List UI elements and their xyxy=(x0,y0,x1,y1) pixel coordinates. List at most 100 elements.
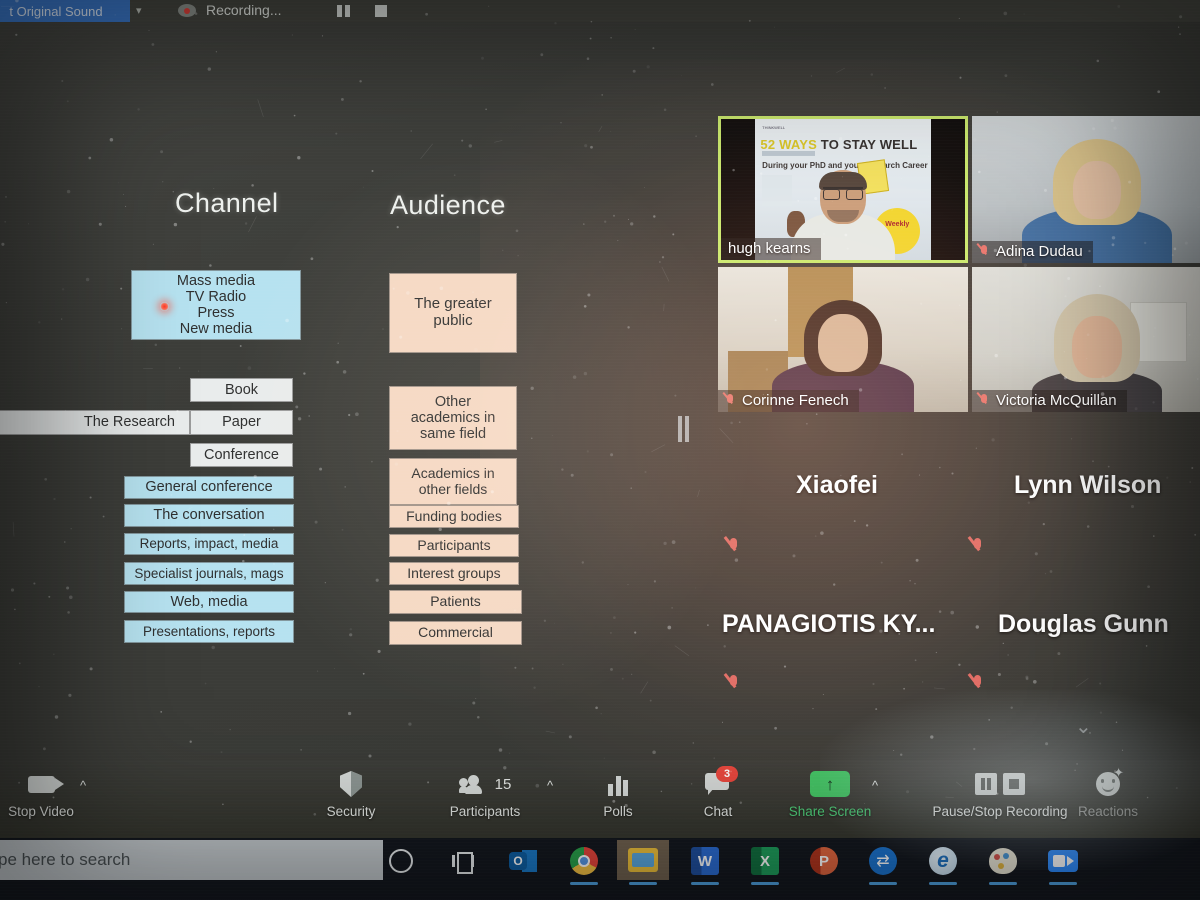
sync-glyph: ⇄ xyxy=(869,847,897,875)
stop-recording-icon[interactable] xyxy=(375,5,387,17)
name-tile-douglas-gunn[interactable]: Douglas Gunn xyxy=(972,562,1200,707)
security-button[interactable]: Security xyxy=(296,768,406,819)
slide-box-greater-public: The greater public xyxy=(389,273,517,353)
sync-icon[interactable]: ⇄ xyxy=(857,842,909,885)
participant-name: Victoria McQuillan xyxy=(996,392,1117,409)
participant-name: Xiaofei xyxy=(796,471,878,499)
participant-name: hugh kearns xyxy=(728,240,811,257)
screen-photo: Channel Audience Mass media TV Radio Pre… xyxy=(0,0,1200,900)
greater-public-line-1: The greater xyxy=(414,295,492,313)
greater-public-line-2: public xyxy=(433,312,473,329)
academics-other-line-1: Academics in xyxy=(411,464,495,481)
polls-label: Polls xyxy=(603,804,633,819)
original-sound-button[interactable]: t Original Sound xyxy=(0,0,130,22)
slide-box-other-academics-same-field: Other academics in same field xyxy=(389,386,517,450)
pause-recording-icon[interactable] xyxy=(337,5,350,17)
participants-label: Participants xyxy=(449,804,521,819)
shield-icon xyxy=(340,768,362,800)
mass-media-line-2: TV Radio xyxy=(185,288,247,305)
slide-box-commercial: Commercial xyxy=(389,621,522,645)
mass-media-line-1: Mass media xyxy=(176,272,256,289)
slide-box-academics-other-fields: Academics in other fields xyxy=(389,458,517,505)
excel-icon[interactable]: X xyxy=(739,842,791,885)
slide-box-funding-bodies: Funding bodies xyxy=(389,505,519,528)
reactions-button[interactable]: ✦ Reactions xyxy=(1053,766,1163,819)
windows-taskbar: pe here to search O W X P ⇄ e ^ xyxy=(0,838,1200,900)
video-tile-hugh-kearns[interactable]: THINKWELL 52 WAYS TO STAY WELL During yo… xyxy=(718,116,968,263)
backdrop-publisher: THINKWELL xyxy=(762,124,786,130)
audience-column-title: Audience xyxy=(390,190,506,220)
file-explorer-icon[interactable] xyxy=(617,840,669,885)
slide-box-the-research: The Research xyxy=(0,410,190,435)
name-tile-lynn-wilson[interactable]: Lynn Wilson xyxy=(972,415,1200,560)
camera-icon xyxy=(27,768,64,800)
slide-box-specialist-journals: Specialist journals, mags xyxy=(124,562,294,585)
speech-bubble-icon: 3 xyxy=(705,766,738,800)
slide-box-interest-groups: Interest groups xyxy=(389,562,519,585)
bar-chart-icon xyxy=(608,768,628,800)
cortana-icon[interactable] xyxy=(375,842,427,880)
participants-count: 15 xyxy=(494,775,512,793)
share-screen-button[interactable]: ↑ Share Screen xyxy=(775,768,885,819)
video-tile-adina-dudau[interactable]: Adina Dudau xyxy=(972,116,1200,263)
backdrop-title-part-2: TO STAY WELL xyxy=(820,137,918,153)
paint-icon[interactable] xyxy=(977,842,1029,885)
original-sound-caret-icon[interactable]: ▾ xyxy=(136,4,142,17)
outlook-letter: O xyxy=(509,852,527,870)
recording-status-label: Recording... xyxy=(206,2,282,18)
zoom-top-bar: t Original Sound ▾ Recording... xyxy=(0,0,1200,22)
up-arrow-icon: ↑ xyxy=(810,768,850,800)
mass-media-line-3: Press xyxy=(197,305,235,321)
people-icon xyxy=(458,775,489,794)
video-tile-victoria-mcquillan[interactable]: Victoria McQuillan xyxy=(972,267,1200,412)
channel-column-title: Channel xyxy=(175,188,279,218)
slide-box-the-conversation: The conversation xyxy=(124,504,294,527)
other-academics-line-3: same field xyxy=(419,426,487,443)
stop-video-button[interactable]: Stop Video xyxy=(0,768,96,819)
search-placeholder: pe here to search xyxy=(0,850,131,869)
backdrop-title: 52 WAYS TO STAY WELL xyxy=(760,137,917,152)
video-tile-corinne-fenech[interactable]: Corinne Fenech xyxy=(718,267,968,412)
task-view-icon[interactable] xyxy=(437,842,489,880)
reactions-label: Reactions xyxy=(1077,804,1139,819)
outlook-icon[interactable]: O xyxy=(497,842,549,880)
name-tile-panagiotis[interactable]: PANAGIOTIS KY... xyxy=(718,562,968,707)
backdrop-title-part-1: 52 WAYS xyxy=(760,137,817,153)
participants-caret-icon[interactable]: ^ xyxy=(547,778,553,793)
mute-icon xyxy=(979,393,990,408)
powerpoint-icon[interactable]: P xyxy=(798,842,850,880)
slide-box-conference: Conference xyxy=(190,443,293,467)
zoom-icon[interactable] xyxy=(1037,842,1089,885)
slide-box-patients: Patients xyxy=(389,590,522,614)
security-label: Security xyxy=(326,804,376,819)
word-icon[interactable]: W xyxy=(679,842,731,885)
slide-box-presentations-reports: Presentations, reports xyxy=(124,620,294,643)
share-options-caret-icon[interactable]: ^ xyxy=(872,778,878,793)
excel-letter: X xyxy=(751,847,779,875)
tile-namebar: Corinne Fenech xyxy=(718,390,859,412)
more-participants-chevron-icon[interactable]: ⌄ xyxy=(1075,714,1092,739)
tile-namebar: hugh kearns xyxy=(721,238,821,260)
person-glasses xyxy=(823,187,863,200)
slide-box-mass-media: Mass media TV Radio Press New media xyxy=(131,270,301,340)
chrome-icon[interactable] xyxy=(558,842,610,885)
slide-pause-glyph xyxy=(678,416,689,442)
search-input[interactable]: pe here to search xyxy=(0,840,383,880)
participant-name: Lynn Wilson xyxy=(1014,471,1162,499)
backdrop-subtitle: During your PhD and your Research Career xyxy=(762,161,928,171)
person-head xyxy=(818,314,868,372)
slide-box-participants: Participants xyxy=(389,534,519,557)
laser-pointer-dot xyxy=(160,302,169,311)
video-options-caret-icon[interactable]: ^ xyxy=(80,778,86,793)
word-letter: W xyxy=(691,847,719,875)
polls-button[interactable]: Polls xyxy=(563,768,673,819)
academics-other-line-2: other fields xyxy=(418,480,488,497)
other-academics-line-2: academics in xyxy=(410,409,496,426)
internet-explorer-icon[interactable]: e xyxy=(917,842,969,885)
mute-icon xyxy=(728,674,741,692)
ppt-letter: P xyxy=(810,847,838,875)
participants-button[interactable]: 15 Participants xyxy=(430,768,540,819)
name-tile-xiaofei[interactable]: Xiaofei xyxy=(718,415,968,560)
chat-label: Chat xyxy=(703,804,733,819)
chat-button[interactable]: 3 Chat xyxy=(663,766,773,819)
